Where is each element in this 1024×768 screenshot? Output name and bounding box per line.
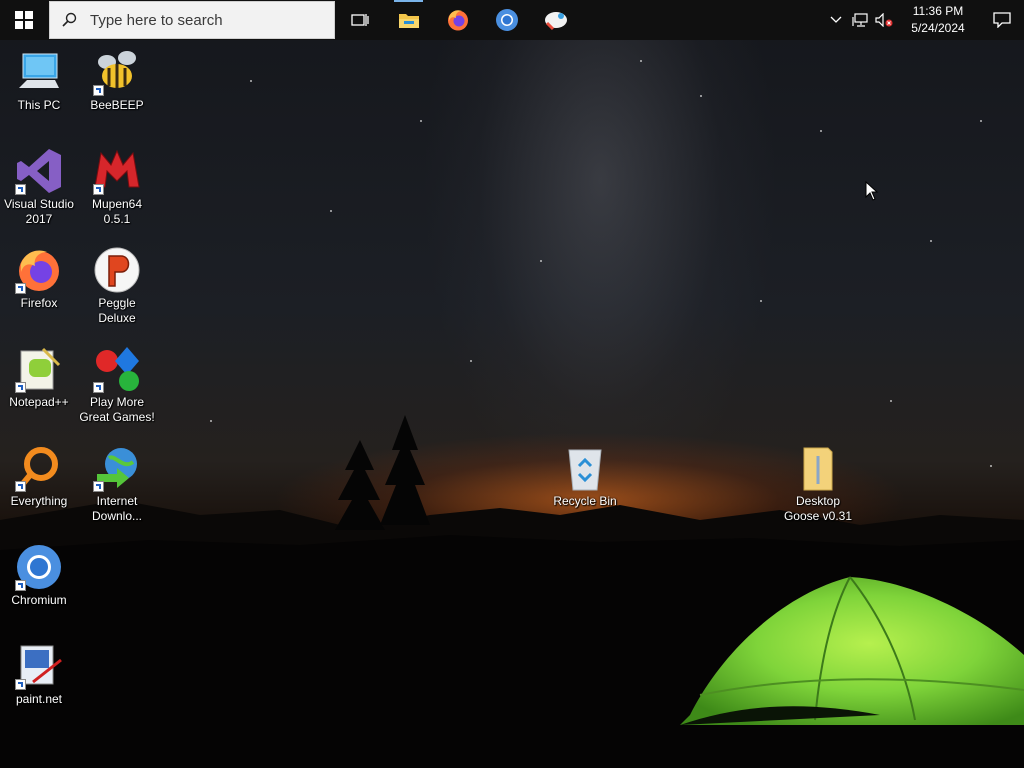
shortcut-arrow-icon: [93, 184, 104, 195]
icon-label: Play More Great Games!: [79, 395, 155, 424]
notification-icon: [993, 12, 1011, 28]
taskbar-desktop-goose[interactable]: [531, 0, 580, 40]
shortcut-arrow-icon: [93, 85, 104, 96]
chromium-icon: [495, 9, 518, 31]
desktop-icon-notepad-plus-plus[interactable]: Notepad++: [0, 345, 78, 410]
show-hidden-icons-button[interactable]: [824, 0, 848, 40]
notepad-plus-plus-icon: [15, 345, 63, 393]
desktop-icon-chromium[interactable]: Chromium: [0, 543, 78, 608]
desktop-icon-beebeep[interactable]: BeeBEEP: [78, 48, 156, 113]
windows-logo-icon: [15, 11, 33, 29]
desktop-icon-desktop-goose[interactable]: Desktop Goose v0.31: [779, 444, 857, 524]
desktop-icon-internet-download-manager[interactable]: Internet Downlo...: [78, 444, 156, 524]
start-button[interactable]: [0, 0, 48, 40]
shortcut-arrow-icon: [15, 382, 26, 393]
paint-net-icon: [15, 642, 63, 690]
icon-label: This PC: [17, 98, 61, 112]
volume-muted-icon: [875, 13, 893, 27]
icon-label: paint.net: [15, 692, 63, 706]
desktop-icon-firefox[interactable]: Firefox: [0, 246, 78, 311]
action-center-button[interactable]: [980, 0, 1024, 40]
search-box[interactable]: [49, 1, 335, 39]
icon-label: Visual Studio 2017: [4, 197, 74, 226]
peggle-icon: [93, 246, 141, 294]
everything-search-icon: [15, 444, 63, 492]
mouse-cursor-icon: [865, 181, 879, 201]
desktop-icon-this-pc[interactable]: This PC: [0, 48, 78, 113]
clock-date: 5/24/2024: [911, 21, 965, 35]
icon-label: Mupen64 0.5.1: [91, 197, 143, 226]
icon-label: Everything: [10, 494, 68, 508]
volume-tray-button[interactable]: [872, 0, 896, 40]
desktop[interactable]: This PC Visual Studio 2017 Firefox Notep…: [0, 0, 1024, 768]
folder-icon: [794, 444, 842, 492]
taskbar-firefox[interactable]: [433, 0, 482, 40]
clock-time: 11:36 PM: [912, 4, 964, 18]
icon-label: Internet Downlo...: [91, 494, 143, 523]
icon-label: Firefox: [20, 296, 58, 310]
icon-label: Chromium: [11, 593, 67, 607]
search-input[interactable]: [88, 10, 322, 30]
shortcut-arrow-icon: [15, 679, 26, 690]
shortcut-arrow-icon: [15, 481, 26, 492]
recycle-bin-icon: [561, 444, 609, 492]
taskbar-chromium[interactable]: [482, 0, 531, 40]
desktop-icon-visual-studio[interactable]: Visual Studio 2017: [0, 147, 78, 227]
task-view-button[interactable]: [335, 0, 384, 40]
taskbar-clock[interactable]: 11:36 PM 5/24/2024: [902, 3, 974, 37]
mupen64-icon: [93, 147, 141, 195]
shortcut-arrow-icon: [93, 481, 104, 492]
games-icon: [93, 345, 141, 393]
folder-icon: [398, 14, 419, 28]
desktop-icon-peggle[interactable]: Peggle Deluxe: [78, 246, 156, 326]
taskbar: 11:36 PM 5/24/2024: [0, 0, 1024, 40]
bee-icon: [93, 48, 141, 96]
firefox-icon: [15, 246, 63, 294]
shortcut-arrow-icon: [15, 283, 26, 294]
shortcut-arrow-icon: [93, 382, 104, 393]
desktop-icon-paint-net[interactable]: paint.net: [0, 642, 78, 707]
icon-label: Notepad++: [9, 395, 69, 409]
icon-label: BeeBEEP: [90, 98, 144, 112]
desktop-icon-everything[interactable]: Everything: [0, 444, 78, 509]
pine-trees: [335, 415, 430, 530]
glowing-tent: [680, 576, 1024, 725]
search-icon: [50, 12, 88, 28]
icon-label: Desktop Goose v0.31: [783, 494, 853, 523]
chevron-up-icon: [830, 16, 842, 23]
taskbar-file-explorer[interactable]: [384, 0, 433, 40]
goose-icon: [544, 12, 567, 31]
system-tray: 11:36 PM 5/24/2024: [824, 0, 1024, 40]
desktop-icon-mupen64[interactable]: Mupen64 0.5.1: [78, 147, 156, 227]
icon-label: Peggle Deluxe: [98, 296, 136, 325]
shortcut-arrow-icon: [15, 184, 26, 195]
shortcut-arrow-icon: [15, 580, 26, 591]
visual-studio-icon: [15, 147, 63, 195]
icon-label: Recycle Bin: [553, 494, 617, 508]
globe-download-icon: [93, 444, 141, 492]
desktop-icon-play-more-games[interactable]: Play More Great Games!: [78, 345, 156, 425]
chromium-icon: [15, 543, 63, 591]
network-tray-button[interactable]: [848, 0, 872, 40]
computer-icon: [15, 48, 63, 96]
firefox-icon: [447, 10, 468, 31]
network-icon: [852, 13, 868, 27]
desktop-icon-recycle-bin[interactable]: Recycle Bin: [546, 444, 624, 509]
task-view-icon: [350, 14, 369, 26]
